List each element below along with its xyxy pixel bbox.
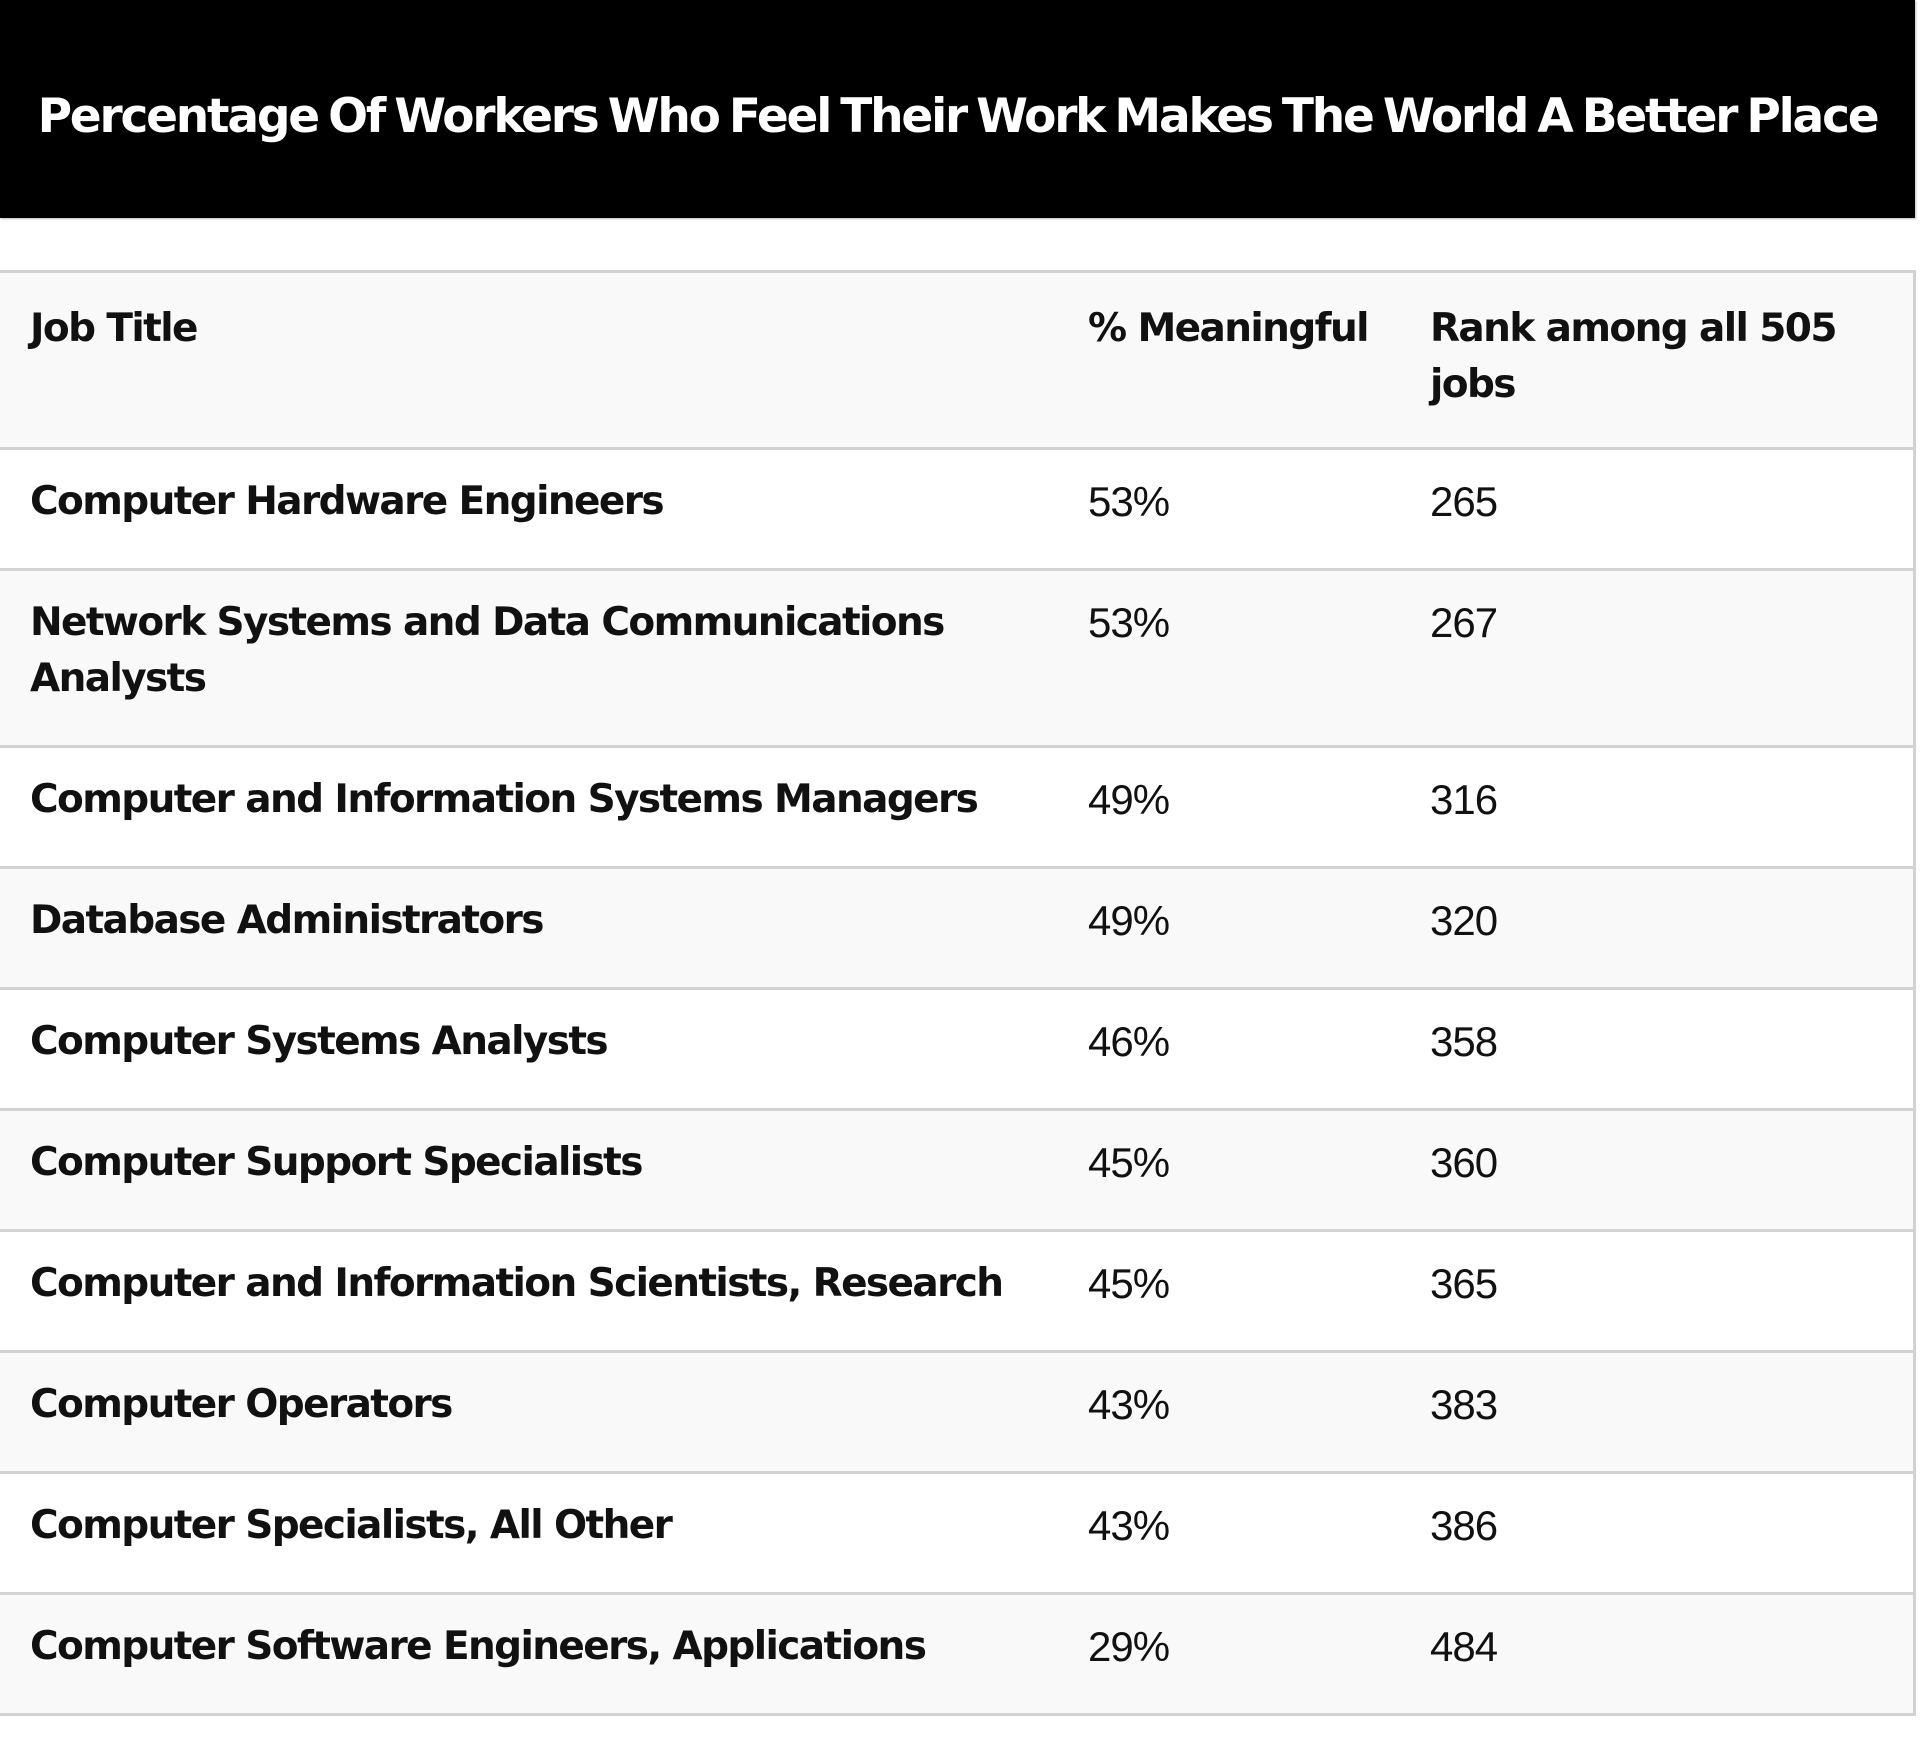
cell-pct-meaningful: 45%	[1058, 1109, 1400, 1232]
cell-job-title: Computer Specialists, All Other	[0, 1472, 1058, 1595]
table-row: Computer Systems Analysts 46% 358	[0, 988, 1913, 1111]
table-row: Network Systems and Data Communications …	[0, 569, 1913, 748]
cell-rank: 383	[1400, 1351, 1913, 1474]
cell-pct-meaningful: 43%	[1058, 1351, 1400, 1474]
cell-rank: 484	[1400, 1593, 1913, 1716]
cell-rank: 265	[1400, 448, 1913, 571]
column-header-job-title: Job Title	[0, 273, 1058, 450]
data-table: Job Title % Meaningful Rank among all 50…	[0, 273, 1913, 1716]
cell-pct-meaningful: 46%	[1058, 988, 1400, 1111]
cell-rank: 360	[1400, 1109, 1913, 1232]
cell-rank: 386	[1400, 1472, 1913, 1595]
table-row: Computer Software Engineers, Application…	[0, 1593, 1913, 1716]
cell-rank: 358	[1400, 988, 1913, 1111]
table-row: Computer Operators 43% 383	[0, 1351, 1913, 1474]
cell-job-title: Computer Support Specialists	[0, 1109, 1058, 1232]
cell-job-title: Computer Hardware Engineers	[0, 448, 1058, 571]
cell-pct-meaningful: 49%	[1058, 867, 1400, 990]
column-header-rank: Rank among all 505 jobs	[1400, 273, 1913, 450]
cell-job-title: Computer and Information Scientists, Res…	[0, 1230, 1058, 1353]
table-row: Computer Specialists, All Other 43% 386	[0, 1472, 1913, 1595]
cell-job-title: Computer Operators	[0, 1351, 1058, 1474]
cell-job-title: Computer Systems Analysts	[0, 988, 1058, 1111]
data-table-container: Job Title % Meaningful Rank among all 50…	[0, 270, 1916, 1716]
cell-rank: 267	[1400, 569, 1913, 748]
cell-pct-meaningful: 49%	[1058, 746, 1400, 869]
table-title: Percentage Of Workers Who Feel Their Wor…	[0, 0, 1915, 218]
cell-job-title: Computer Software Engineers, Application…	[0, 1593, 1058, 1716]
table-row: Computer Support Specialists 45% 360	[0, 1109, 1913, 1232]
table-row: Computer and Information Scientists, Res…	[0, 1230, 1913, 1353]
cell-pct-meaningful: 45%	[1058, 1230, 1400, 1353]
table-header-row: Job Title % Meaningful Rank among all 50…	[0, 273, 1913, 450]
cell-pct-meaningful: 29%	[1058, 1593, 1400, 1716]
cell-job-title: Computer and Information Systems Manager…	[0, 746, 1058, 869]
cell-rank: 316	[1400, 746, 1913, 869]
cell-rank: 320	[1400, 867, 1913, 990]
cell-job-title: Network Systems and Data Communications …	[0, 569, 1058, 748]
cell-pct-meaningful: 53%	[1058, 448, 1400, 571]
table-body: Computer Hardware Engineers 53% 265 Network…	[0, 448, 1913, 1716]
cell-pct-meaningful: 53%	[1058, 569, 1400, 748]
table-row: Computer and Information Systems Manager…	[0, 746, 1913, 869]
column-header-pct-meaningful: % Meaningful	[1058, 273, 1400, 450]
cell-pct-meaningful: 43%	[1058, 1472, 1400, 1595]
table-row: Computer Hardware Engineers 53% 265	[0, 448, 1913, 571]
cell-rank: 365	[1400, 1230, 1913, 1353]
cell-job-title: Database Administrators	[0, 867, 1058, 990]
table-row: Database Administrators 49% 320	[0, 867, 1913, 990]
